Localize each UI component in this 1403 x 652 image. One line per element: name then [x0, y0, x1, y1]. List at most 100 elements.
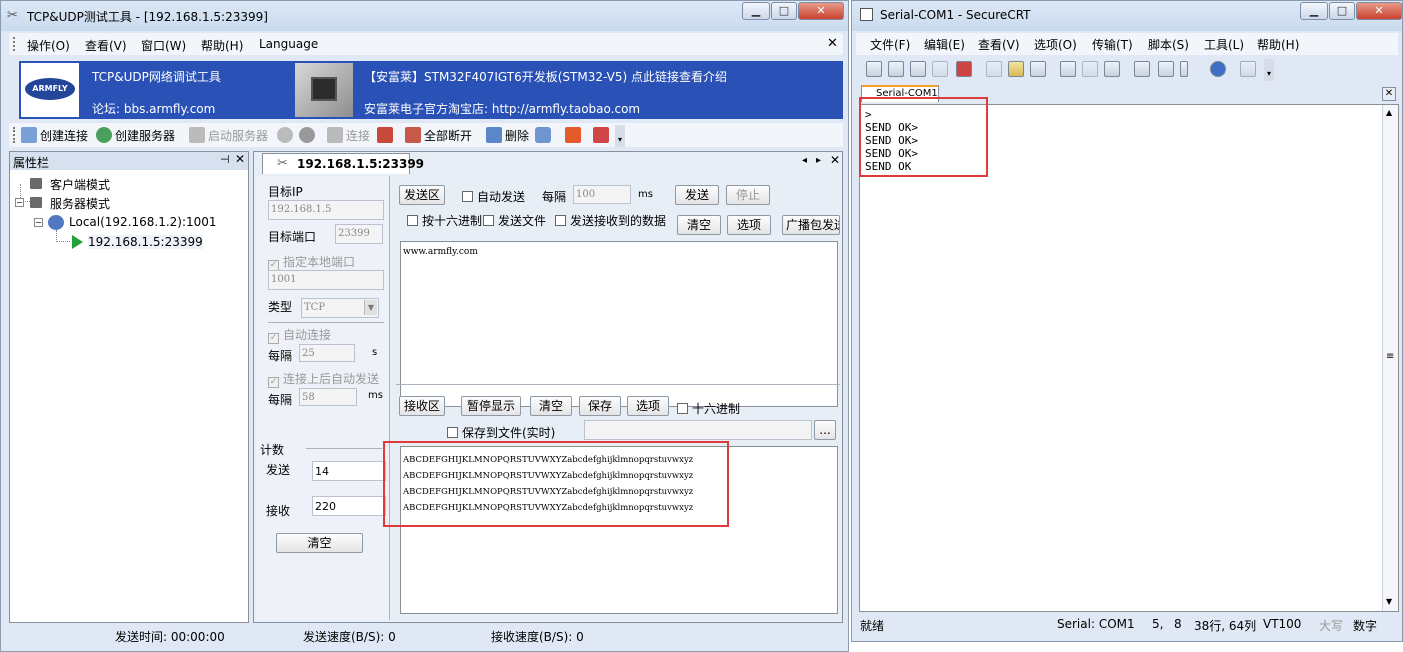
tree-server-mode[interactable]: 服务器模式 [50, 195, 110, 212]
close-button[interactable]: ✕ [798, 2, 844, 20]
broadcast-button[interactable]: 广播包发送 [782, 215, 840, 235]
send-area-button[interactable]: 发送区 [399, 185, 445, 205]
minimize-button[interactable]: ▁ [742, 2, 770, 20]
scroll-up-icon[interactable]: ▲ [1386, 108, 1392, 117]
send-file[interactable]: 发送文件 [483, 212, 546, 229]
record-icon[interactable] [565, 127, 581, 143]
recv-area-button[interactable]: 接收区 [399, 396, 445, 416]
crt-tab-close-icon[interactable]: ✕ [1382, 87, 1396, 101]
banner-board-link[interactable]: 【安富莱】STM32F407IGT6开发板(STM32-V5) 点此链接查看介绍 [364, 68, 727, 85]
printer-icon[interactable] [1104, 61, 1120, 77]
menu-options[interactable]: 选项(O) [1034, 36, 1077, 53]
reconnect-icon[interactable] [932, 61, 948, 77]
scroll-down-icon[interactable]: ▼ [1386, 597, 1392, 606]
send-received[interactable]: 发送接收到的数据 [555, 212, 666, 229]
close-button[interactable]: ✕ [1356, 2, 1402, 20]
delete-button[interactable]: 删除 [486, 127, 529, 144]
auto-connect-interval-field[interactable]: 25 [299, 344, 355, 362]
local-port-field[interactable]: 1001 [268, 270, 384, 290]
tree-local-server[interactable]: Local(192.168.1.2):1001 [69, 215, 217, 229]
tab-connection[interactable]: ✂ 192.168.1.5:23399 [262, 153, 424, 174]
recv-clear-button[interactable]: 清空 [530, 396, 572, 416]
tree-remote-client[interactable]: 192.168.1.5:23399 [88, 235, 203, 249]
minimize-button[interactable]: ▁ [1300, 2, 1328, 20]
menu-script[interactable]: 脚本(S) [1148, 36, 1189, 53]
menu-file[interactable]: 文件(F) [870, 36, 910, 53]
banner[interactable]: ARMFLY TCP&UDP网络调试工具 论坛: bbs.armfly.com … [19, 61, 843, 119]
disconnect-icon[interactable] [377, 127, 393, 143]
send-textarea[interactable]: www.armfly.com [400, 241, 838, 407]
connect-tab-icon[interactable] [910, 61, 926, 77]
hex-send[interactable]: 按十六进制 [407, 212, 482, 229]
paste-icon[interactable] [1008, 61, 1024, 77]
send-options-button[interactable]: 选项 [727, 215, 771, 235]
send-interval-field[interactable]: 100 [573, 185, 631, 204]
copy-icon[interactable] [986, 61, 1002, 77]
pause-display-button[interactable]: 暂停显示 [461, 396, 521, 416]
start-server-button[interactable]: 启动服务器 [189, 127, 268, 144]
send-clear-button[interactable]: 清空 [677, 215, 721, 235]
session-options-icon[interactable] [1134, 61, 1150, 77]
expand-icon[interactable]: − [15, 198, 24, 207]
menu-transfer[interactable]: 传输(T) [1092, 36, 1133, 53]
target-port-field[interactable]: 23399 [335, 224, 383, 244]
print-icon[interactable] [1060, 61, 1076, 77]
tcp-titlebar[interactable]: ✂ TCP&UDP测试工具 - [192.168.1.5:23399] ▁ □ … [1, 1, 848, 31]
sidebar-close-icon[interactable]: ✕ [235, 152, 245, 166]
type-select[interactable]: TCP ▼ [301, 298, 379, 318]
maximize-button[interactable]: □ [771, 2, 797, 20]
recv-options-button[interactable]: 选项 [627, 396, 669, 416]
menu-language[interactable]: Language [259, 37, 318, 51]
menu-close-icon[interactable]: ✕ [827, 36, 838, 51]
menu-window[interactable]: 窗口(W) [141, 37, 186, 54]
auto-send[interactable]: 自动发送 [462, 188, 525, 205]
menu-view[interactable]: 查看(V) [978, 36, 1020, 53]
create-server-button[interactable]: 创建服务器 [96, 127, 175, 144]
save-path-field[interactable] [584, 420, 812, 440]
stop-server-icon[interactable] [277, 127, 293, 143]
disconnect-icon[interactable] [956, 61, 972, 77]
tab-close-icon[interactable]: ✕ [830, 153, 840, 167]
toolbar-overflow-icon[interactable]: ▾ [1264, 59, 1274, 81]
crt-titlebar[interactable]: Serial-COM1 - SecureCRT ▁ □ ✕ [852, 1, 1402, 31]
keymap-icon[interactable] [1180, 61, 1188, 77]
specify-local-port[interactable]: ✓ 指定本地端口 [268, 253, 355, 271]
target-ip-field[interactable]: 192.168.1.5 [268, 200, 384, 220]
auto-send-on-connect[interactable]: ✓ 连接上后自动发送 [268, 370, 379, 388]
browse-button[interactable]: ... [814, 420, 836, 440]
maximize-button[interactable]: □ [1329, 2, 1355, 20]
connect-icon[interactable] [866, 61, 882, 77]
menu-help[interactable]: 帮助(H) [1257, 36, 1299, 53]
sftp-icon[interactable] [1240, 61, 1256, 77]
menu-tools[interactable]: 工具(L) [1204, 36, 1244, 53]
auto-send-interval-field[interactable]: 58 [299, 388, 357, 406]
stop-icon[interactable] [299, 127, 315, 143]
find-icon[interactable] [1030, 61, 1046, 77]
banner-shop-link[interactable]: 安富莱电子官方淘宝店: http://armfly.taobao.com [364, 100, 640, 117]
tab-prev-icon[interactable]: ◂ [802, 155, 807, 166]
vertical-scrollbar[interactable]: ▲ ≡ ▼ [1382, 105, 1398, 611]
menu-edit[interactable]: 编辑(E) [924, 36, 965, 53]
clear-count-button[interactable]: 清空 [276, 533, 363, 553]
scroll-thumb-grip-icon[interactable]: ≡ [1386, 351, 1394, 362]
menu-view[interactable]: 查看(V) [85, 37, 127, 54]
help-icon[interactable] [1210, 61, 1226, 77]
quick-connect-icon[interactable] [888, 61, 904, 77]
menu-operate[interactable]: 操作(O) [27, 37, 70, 54]
pin-icon[interactable]: ⊣ [220, 153, 230, 166]
print-selection-icon[interactable] [1082, 61, 1098, 77]
tab-next-icon[interactable]: ▸ [816, 155, 821, 166]
send-button[interactable]: 发送 [675, 185, 719, 205]
toolbar-overflow-icon[interactable]: ▾ [615, 125, 625, 147]
create-connection-button[interactable]: 创建连接 [21, 127, 88, 144]
expand-icon[interactable]: − [34, 218, 43, 227]
exit-icon[interactable] [593, 127, 609, 143]
disconnect-all-button[interactable]: 全部断开 [405, 127, 472, 144]
stop-button[interactable]: 停止 [726, 185, 770, 205]
settings-icon[interactable] [535, 127, 551, 143]
connect-button[interactable]: 连接 [327, 127, 370, 144]
recv-hex[interactable]: 十六进制 [677, 400, 740, 417]
save-to-file[interactable]: 保存到文件(实时) [447, 424, 555, 441]
global-options-icon[interactable] [1158, 61, 1174, 77]
tree-client-mode[interactable]: 客户端模式 [50, 176, 110, 193]
